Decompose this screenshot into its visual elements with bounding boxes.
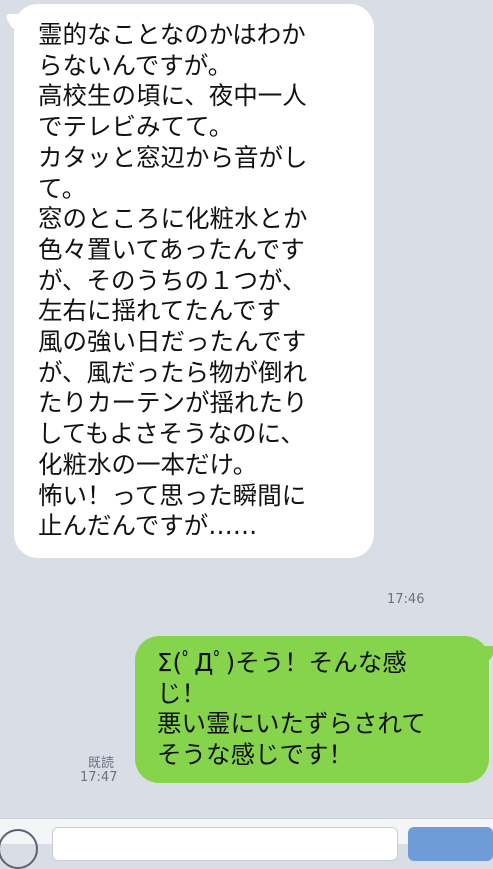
message-line: カタッと窓辺から音がし [38, 142, 308, 172]
message-line: が、風だったら物が倒れ [38, 357, 308, 387]
outgoing-message-bubble[interactable]: Σ(ﾟДﾟ)そう！そんな感 じ！ 悪い霊にいたずらされて そうな感じです！ [135, 636, 489, 783]
message-line: そうな感じです！ [157, 740, 353, 770]
message-line: 風の強い日だったんです [38, 327, 307, 357]
message-line: 左右に揺れてたんです [38, 296, 282, 326]
plus-circle-icon[interactable] [0, 829, 38, 869]
message-line: 高校生の頃に、夜中一人 [38, 81, 307, 111]
message-line: らないんですが。 [38, 50, 233, 80]
message-line: たりカーテンが揺れたり [38, 388, 308, 418]
message-line: 窓のところに化粧水とか [38, 204, 308, 234]
chat-area[interactable]: 霊的なことなのかはわか らないんですが。 高校生の頃に、夜中一人 でテレビみてて… [0, 0, 493, 820]
message-line: Σ(ﾟДﾟ)そう！そんな感 [157, 648, 407, 677]
message-line: て。 [38, 173, 87, 203]
outgoing-timestamp: 17:47 [80, 770, 118, 785]
message-line: 怖い！って思った瞬間に [38, 480, 307, 510]
send-button[interactable] [408, 827, 493, 861]
incoming-timestamp: 17:46 [387, 592, 425, 607]
message-line: してもよさそうなのに、 [38, 419, 305, 449]
message-line: が、そのうちの１つが、 [38, 265, 307, 295]
message-line: 霊的なことなのかはわか [38, 20, 306, 49]
message-line: 止んだんですが…… [38, 511, 258, 541]
message-line: じ！ [157, 678, 206, 708]
message-input-bar [0, 818, 493, 869]
message-line: 化粧水の一本だけ。 [38, 449, 258, 479]
message-line: でテレビみてて。 [38, 112, 234, 142]
message-input[interactable] [52, 827, 398, 861]
read-receipt: 既読 [88, 756, 115, 771]
incoming-message-bubble[interactable]: 霊的なことなのかはわか らないんですが。 高校生の頃に、夜中一人 でテレビみてて… [14, 4, 374, 558]
message-line: 悪い霊にいたずらされて [157, 709, 426, 739]
message-line: 色々置いてあったんです [38, 234, 305, 264]
